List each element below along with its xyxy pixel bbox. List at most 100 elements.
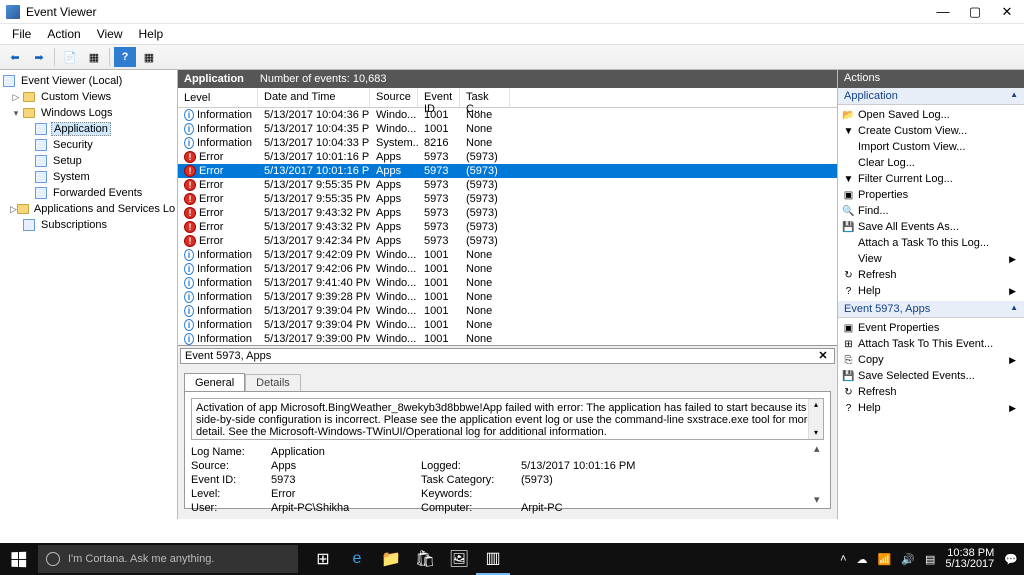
tree-apps-services[interactable]: ▷ Applications and Services Lo xyxy=(0,201,177,217)
cortana-search[interactable]: I'm Cortana. Ask me anything. xyxy=(38,545,298,573)
explorer-icon[interactable]: 📁 xyxy=(374,543,408,575)
table-row[interactable]: iInformation5/13/2017 9:39:00 PMWindo...… xyxy=(178,332,837,345)
tree-custom-views[interactable]: ▷ Custom Views xyxy=(0,89,177,105)
actions-section-event[interactable]: Event 5973, Apps ▲ xyxy=(838,301,1024,318)
menu-help[interactable]: Help xyxy=(131,25,172,43)
table-row[interactable]: iInformation5/13/2017 9:42:06 PMWindo...… xyxy=(178,262,837,276)
tree-log-setup[interactable]: Setup xyxy=(0,153,177,169)
action-item[interactable]: ▣Event Properties xyxy=(838,320,1024,336)
collapse-icon[interactable]: ▾ xyxy=(10,108,22,119)
forward-button[interactable]: ➡ xyxy=(28,47,50,67)
nav-tree[interactable]: Event Viewer (Local) ▷ Custom Views ▾ Wi… xyxy=(0,70,178,519)
tab-general[interactable]: General xyxy=(184,373,245,392)
error-icon: ! xyxy=(184,165,196,177)
message-scrollbar[interactable]: ▴ ▾ xyxy=(808,399,823,439)
action-item[interactable]: ▼Filter Current Log... xyxy=(838,171,1024,187)
action-item[interactable]: ⊞Attach Task To This Event... xyxy=(838,336,1024,352)
action-item[interactable]: ?Help▶ xyxy=(838,400,1024,416)
grid-body[interactable]: iInformation5/13/2017 10:04:36 PMWindo..… xyxy=(178,108,837,345)
table-row[interactable]: !Error5/13/2017 9:55:35 PMApps5973(5973) xyxy=(178,192,837,206)
action-item[interactable]: ▼Create Custom View... xyxy=(838,123,1024,139)
toolbar: ⬅ ➡ 📄 ▦ ? ▦ xyxy=(0,44,1024,70)
back-button[interactable]: ⬅ xyxy=(4,47,26,67)
toolbar-btn-2[interactable]: ▦ xyxy=(83,47,105,67)
info-icon: i xyxy=(184,109,194,121)
table-row[interactable]: !Error5/13/2017 9:42:34 PMApps5973(5973) xyxy=(178,234,837,248)
event-message[interactable]: Activation of app Microsoft.BingWeather_… xyxy=(191,398,824,440)
table-row[interactable]: iInformation5/13/2017 10:04:33 PMSystem.… xyxy=(178,136,837,150)
table-row[interactable]: !Error5/13/2017 9:55:35 PMApps5973(5973) xyxy=(178,178,837,192)
expand-icon[interactable]: ▷ xyxy=(10,204,17,215)
col-source[interactable]: Source xyxy=(370,88,418,107)
col-date[interactable]: Date and Time xyxy=(258,88,370,107)
network-icon[interactable]: 📶 xyxy=(878,553,892,566)
start-button[interactable] xyxy=(0,543,36,575)
task-view-icon[interactable]: ⊞ xyxy=(306,543,340,575)
action-item[interactable]: Attach a Task To this Log... xyxy=(838,235,1024,251)
menu-action[interactable]: Action xyxy=(39,25,88,43)
collapse-icon[interactable]: ▲ xyxy=(1010,303,1018,315)
table-row[interactable]: !Error5/13/2017 9:43:32 PMApps5973(5973) xyxy=(178,206,837,220)
action-item[interactable]: ⎘Copy▶ xyxy=(838,352,1024,368)
menu-view[interactable]: View xyxy=(89,25,131,43)
col-level[interactable]: Level xyxy=(178,88,258,107)
toolbar-btn-1[interactable]: 📄 xyxy=(59,47,81,67)
help-button[interactable]: ? xyxy=(114,47,136,67)
detail-close-button[interactable]: ✕ xyxy=(816,349,830,363)
table-row[interactable]: iInformation5/13/2017 9:42:09 PMWindo...… xyxy=(178,248,837,262)
table-row[interactable]: iInformation5/13/2017 9:41:40 PMWindo...… xyxy=(178,276,837,290)
edge-icon[interactable]: e xyxy=(340,543,374,575)
tree-log-forwarded[interactable]: Forwarded Events xyxy=(0,185,177,201)
action-item[interactable]: View▶ xyxy=(838,251,1024,267)
menu-file[interactable]: File xyxy=(4,25,39,43)
expand-icon[interactable]: ▷ xyxy=(10,92,22,103)
tree-windows-logs[interactable]: ▾ Windows Logs xyxy=(0,105,177,121)
action-item[interactable]: ?Help▶ xyxy=(838,283,1024,299)
action-item[interactable]: ↻Refresh xyxy=(838,384,1024,400)
actions-section-application[interactable]: Application ▲ xyxy=(838,88,1024,105)
action-item[interactable]: 📂Open Saved Log... xyxy=(838,107,1024,123)
action-item[interactable]: ↻Refresh xyxy=(838,267,1024,283)
photos-icon[interactable]: 🖼 xyxy=(442,543,476,575)
store-icon[interactable]: 🛍 xyxy=(408,543,442,575)
clock[interactable]: 10:38 PM 5/13/2017 xyxy=(945,548,994,570)
detail-scrollbar[interactable]: ▴▾ xyxy=(814,442,828,506)
table-row[interactable]: iInformation5/13/2017 9:39:04 PMWindo...… xyxy=(178,304,837,318)
table-row[interactable]: !Error5/13/2017 10:01:16 PMApps5973(5973… xyxy=(178,150,837,164)
input-icon[interactable]: ▤ xyxy=(925,553,935,566)
window-title: Event Viewer xyxy=(26,5,936,19)
table-row[interactable]: iInformation5/13/2017 9:39:04 PMWindo...… xyxy=(178,318,837,332)
action-item[interactable]: 🔍Find... xyxy=(838,203,1024,219)
tree-log-security[interactable]: Security xyxy=(0,137,177,153)
system-tray[interactable]: ˄ ☁ 📶 🔊 ▤ 10:38 PM 5/13/2017 💬 xyxy=(840,548,1024,570)
minimize-button[interactable]: — xyxy=(936,5,950,19)
notifications-icon[interactable]: 💬 xyxy=(1004,553,1018,566)
tree-log-application[interactable]: Application xyxy=(0,121,177,137)
action-item[interactable]: 💾Save Selected Events... xyxy=(838,368,1024,384)
event-viewer-task-icon[interactable]: ▥ xyxy=(476,543,510,575)
table-row[interactable]: iInformation5/13/2017 9:39:28 PMWindo...… xyxy=(178,290,837,304)
action-item[interactable]: ▣Properties xyxy=(838,187,1024,203)
collapse-icon[interactable]: ▲ xyxy=(1010,90,1018,102)
folder-icon xyxy=(22,106,36,120)
toolbar-btn-4[interactable]: ▦ xyxy=(138,47,160,67)
table-row[interactable]: !Error5/13/2017 9:43:32 PMApps5973(5973) xyxy=(178,220,837,234)
close-button[interactable]: ✕ xyxy=(1000,5,1014,19)
action-item[interactable]: 💾Save All Events As... xyxy=(838,219,1024,235)
action-item[interactable]: Import Custom View... xyxy=(838,139,1024,155)
folder-icon xyxy=(22,90,36,104)
table-row[interactable]: iInformation5/13/2017 10:04:36 PMWindo..… xyxy=(178,108,837,122)
tree-subscriptions[interactable]: Subscriptions xyxy=(0,217,177,233)
tray-chevron-icon[interactable]: ˄ xyxy=(840,553,846,565)
tree-log-system[interactable]: System xyxy=(0,169,177,185)
table-row[interactable]: iInformation5/13/2017 10:04:35 PMWindo..… xyxy=(178,122,837,136)
tree-root[interactable]: Event Viewer (Local) xyxy=(0,73,177,89)
action-item[interactable]: Clear Log... xyxy=(838,155,1024,171)
volume-icon[interactable]: 🔊 xyxy=(901,553,915,566)
onedrive-icon[interactable]: ☁ xyxy=(857,553,868,566)
maximize-button[interactable]: ▢ xyxy=(968,5,982,19)
col-eventid[interactable]: Event ID xyxy=(418,88,460,107)
col-category[interactable]: Task C... xyxy=(460,88,510,107)
center-header: Application Number of events: 10,683 xyxy=(178,70,837,88)
table-row[interactable]: !Error5/13/2017 10:01:16 PMApps5973(5973… xyxy=(178,164,837,178)
